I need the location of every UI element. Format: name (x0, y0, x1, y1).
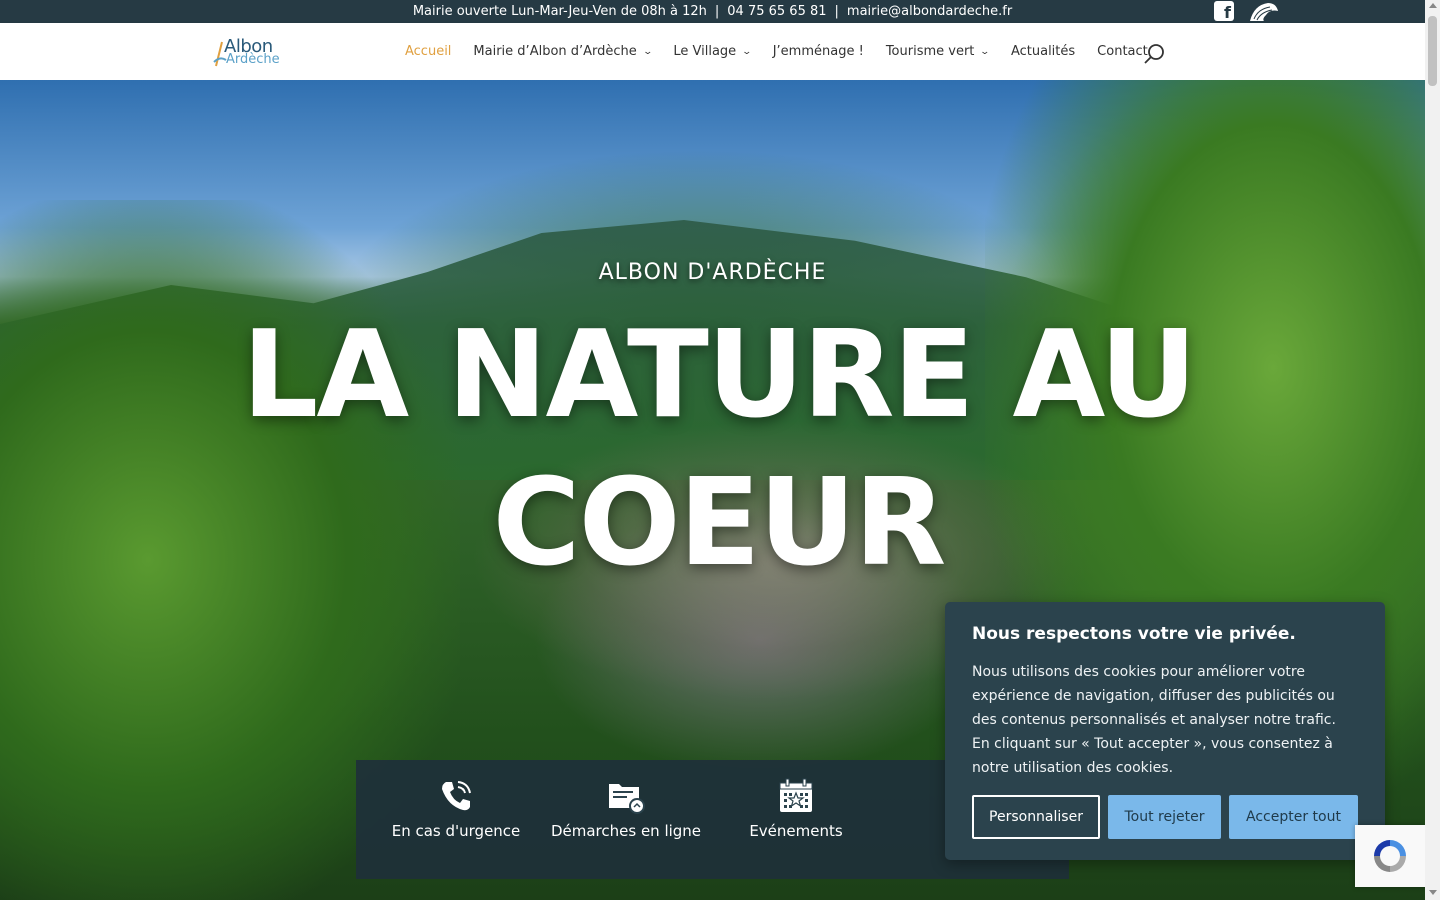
separator: | (834, 4, 839, 19)
quick-link-label: En cas d'urgence (391, 822, 521, 840)
nav-item-label: Tourisme vert (885, 44, 975, 59)
opening-hours-text: Mairie ouverte Lun-Mar-Jeu-Ven de 08h à … (412, 4, 707, 19)
hero-title-line: LA NATURE AU (241, 306, 1197, 445)
email-link[interactable]: mairie@albondardeche.fr (847, 4, 1012, 19)
phone-link[interactable]: 04 75 65 65 81 (727, 4, 826, 19)
nav-item-emmenage[interactable]: J’emménage ! (773, 44, 864, 59)
quick-link-urgence[interactable]: En cas d'urgence (371, 778, 541, 879)
social-links: f (1214, 1, 1280, 21)
chevron-down-icon: ⌄ (741, 46, 753, 57)
nav-item-label: Accueil (405, 44, 452, 59)
scroll-down-arrow-icon[interactable] (1429, 890, 1437, 895)
cookie-consent-banner: Nous respectons votre vie privée. Nous u… (945, 602, 1385, 860)
nav-item-label: Mairie d’Albon d’Ardèche (473, 44, 637, 59)
search-icon[interactable] (1143, 43, 1165, 65)
folder-icon (609, 784, 645, 814)
nav-item-label: Le Village (673, 44, 737, 59)
cookie-body: Nous utilisons des cookies pour améliore… (972, 664, 1336, 776)
phone-icon (442, 781, 471, 811)
hero-title-line: COEUR (492, 454, 947, 593)
calendar-icon (779, 778, 813, 812)
nav-item-mairie[interactable]: Mairie d’Albon d’Ardèche ⌄ (473, 44, 653, 59)
accept-all-button[interactable]: Accepter tout (1229, 795, 1358, 839)
chevron-down-icon: ⌄ (979, 46, 991, 57)
nav-item-village[interactable]: Le Village ⌄ (673, 44, 753, 59)
main-nav: Accueil Mairie d’Albon d’Ardèche ⌄ Le Vi… (405, 23, 1170, 80)
quick-link-label: Evénements (749, 822, 843, 840)
quick-link-evenements[interactable]: Evénements (711, 778, 881, 879)
nav-item-accueil[interactable]: Accueil (405, 44, 451, 59)
chevron-down-icon: ⌄ (642, 46, 653, 57)
recaptcha-icon (1374, 840, 1406, 872)
hero-title: LA NATURE AU COEUR (0, 302, 1425, 598)
nav-item-actualites[interactable]: Actualités (1011, 44, 1075, 59)
scroll-up-arrow-icon[interactable] (1429, 3, 1437, 8)
customize-button[interactable]: Personnaliser (972, 795, 1100, 839)
quick-link-label: Démarches en ligne (550, 822, 702, 840)
separator: | (714, 4, 720, 19)
cookie-title: Nous respectons votre vie privée. (972, 624, 1296, 644)
nav-item-tourisme[interactable]: Tourisme vert ⌄ (885, 44, 991, 59)
panoramaxe-icon[interactable] (1248, 1, 1280, 21)
nav-item-label: Contact (1097, 44, 1148, 59)
logo-text-ardeche: Ardèche (226, 52, 280, 67)
cookie-buttons: Personnaliser Tout rejeter Accepter tout (972, 795, 1358, 839)
top-info-bar: Mairie ouverte Lun-Mar-Jeu-Ven de 08h à … (0, 0, 1425, 23)
nav-item-contact[interactable]: Contact (1097, 44, 1148, 59)
quick-link-demarches[interactable]: Démarches en ligne (541, 778, 711, 879)
page-scrollbar[interactable] (1425, 0, 1440, 900)
reject-all-button[interactable]: Tout rejeter (1108, 795, 1221, 839)
hero-subtitle: ALBON D'ARDÈCHE (598, 260, 827, 285)
nav-item-label: Actualités (1010, 44, 1076, 59)
facebook-icon[interactable]: f (1214, 1, 1234, 21)
nav-item-label: J’emménage ! (772, 44, 864, 59)
scrollbar-thumb[interactable] (1428, 16, 1437, 86)
recaptcha-badge[interactable] (1355, 825, 1425, 887)
site-header: Albon Ardèche Accueil Mairie d’Albon d’A… (0, 23, 1425, 80)
site-logo[interactable]: Albon Ardèche (212, 36, 280, 70)
